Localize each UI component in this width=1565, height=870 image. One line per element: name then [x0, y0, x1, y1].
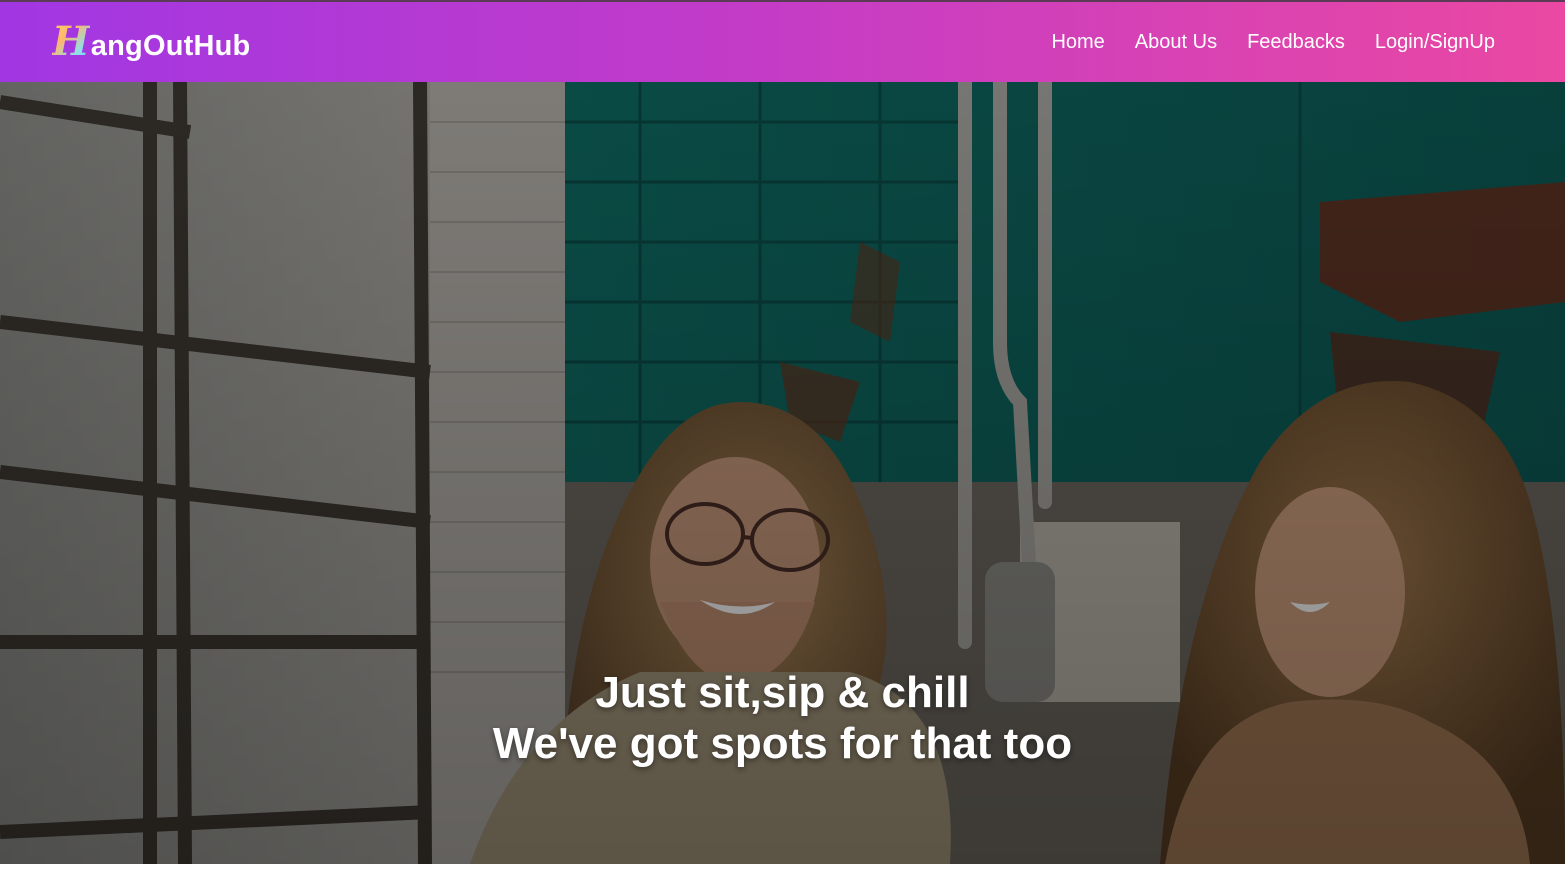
nav-home-link[interactable]: Home: [1051, 31, 1104, 54]
hero-heading-line-1: Just sit,sip & chill: [595, 668, 970, 717]
hero-heading: Just sit,sip & chill We've got spots for…: [0, 667, 1565, 769]
nav-feedbacks-link[interactable]: Feedbacks: [1247, 31, 1345, 54]
brand-logo-text: angOutHub: [90, 29, 251, 62]
nav-about-link[interactable]: About Us: [1135, 31, 1217, 54]
nav-login-signup-link[interactable]: Login/SignUp: [1375, 31, 1495, 54]
brand-logo[interactable]: H angOutHub: [52, 17, 251, 65]
nav-links: Home About Us Feedbacks Login/SignUp: [1051, 31, 1495, 54]
navbar: H angOutHub Home About Us Feedbacks Logi…: [0, 0, 1565, 82]
hero-heading-line-2: We've got spots for that too: [492, 719, 1073, 768]
brand-logo-initial: H: [52, 17, 90, 65]
hero-section: Just sit,sip & chill We've got spots for…: [0, 82, 1565, 864]
